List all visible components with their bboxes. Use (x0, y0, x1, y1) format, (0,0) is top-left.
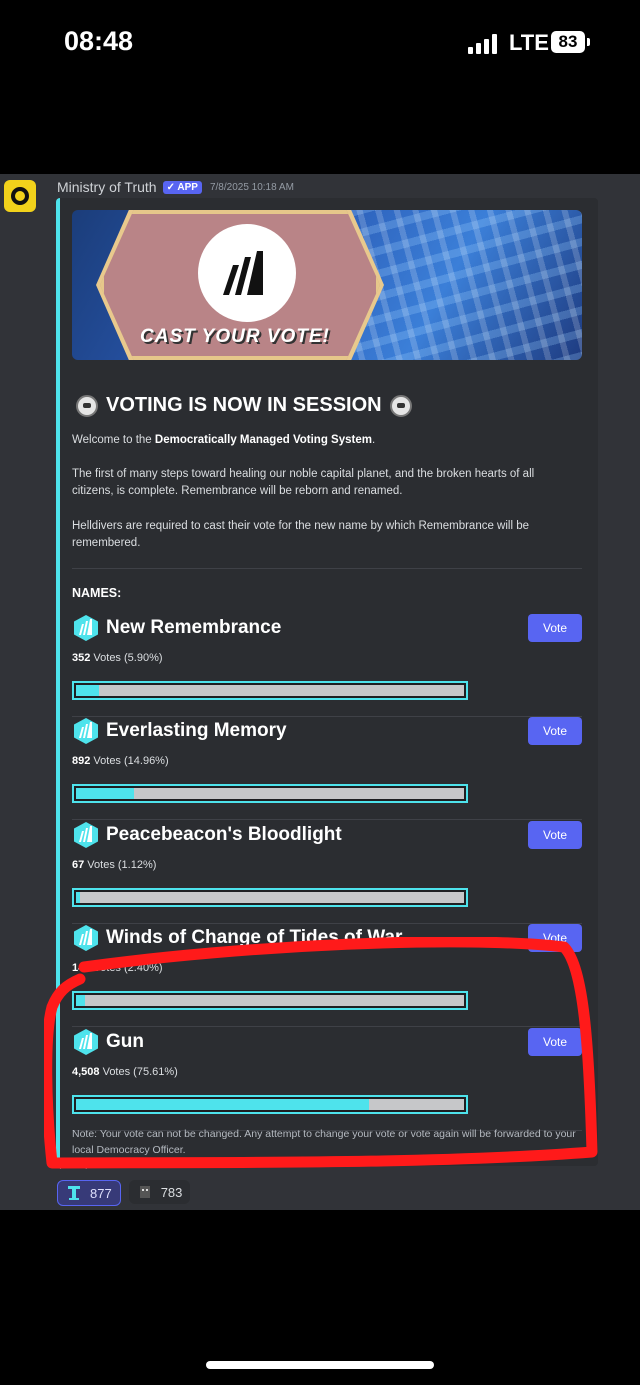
vote-percent: Votes (1.12%) (84, 859, 157, 871)
banner-image[interactable]: CAST YOUR VOTE! (72, 210, 582, 360)
status-bar: 08:48 LTE 83 (0, 0, 640, 90)
skull-icon (389, 394, 412, 417)
reaction-count: 783 (160, 1184, 183, 1200)
vote-button[interactable]: Vote (528, 717, 582, 745)
signal-icon (468, 34, 502, 54)
vote-count: 352 (72, 652, 91, 664)
poll-option: New Remembrance 352 Votes (5.90%) Vote (72, 614, 582, 717)
intro-prefix: Welcome to the (72, 434, 155, 446)
option-title: Peacebeacon's Bloodlight (72, 821, 342, 849)
option-name: New Remembrance (106, 617, 282, 638)
intro-suffix: . (371, 434, 376, 446)
ministry-logo-icon (198, 224, 296, 322)
status-time: 08:48 (64, 26, 134, 56)
option-name: Peacebeacon's Bloodlight (106, 824, 342, 845)
poll-option: Peacebeacon's Bloodlight 67 Votes (1.12%)… (72, 821, 582, 924)
reactions: 877 783 (57, 1180, 191, 1206)
battery-icon: 83 (551, 31, 585, 53)
reaction-emote[interactable]: 783 (128, 1180, 191, 1204)
option-votes: 67 Votes (1.12%) (72, 859, 156, 871)
message-header: Ministry of Truth ✓ APP 7/8/2025 10:18 A… (57, 177, 294, 197)
emote-icon (139, 1186, 150, 1198)
option-votes: 892 Votes (14.96%) (72, 755, 169, 767)
option-title: Everlasting Memory (72, 717, 287, 745)
instruction-paragraph: Helldivers are required to cast their vo… (72, 520, 530, 549)
option-title: New Remembrance (72, 614, 281, 642)
intro-bold: Democratically Managed Voting System (154, 434, 372, 446)
banner-text: CAST YOUR VOTE! (140, 326, 330, 347)
option-votes: 352 Votes (5.90%) (72, 652, 163, 664)
home-indicator[interactable] (206, 1361, 434, 1369)
poll-option: Everlasting Memory 892 Votes (14.96%) Vote (72, 717, 582, 820)
vote-progress-bar (72, 784, 468, 803)
vote-progress-bar (72, 888, 468, 907)
option-name: Everlasting Memory (106, 720, 287, 741)
skull-icon (76, 394, 98, 417)
ministry-logo-icon (74, 822, 98, 848)
vote-progress-fill (76, 685, 99, 696)
helldiver-salute-icon (68, 1186, 80, 1200)
message-timestamp: 7/8/2025 10:18 AM (209, 181, 294, 193)
vote-percent: Votes (14.96%) (90, 755, 169, 767)
vote-count: 67 (72, 859, 85, 871)
vote-button[interactable]: Vote (528, 821, 582, 849)
vote-button[interactable]: Vote (528, 614, 582, 642)
reaction-helldiver[interactable]: 877 (57, 1180, 121, 1206)
intro-paragraph: Welcome to the Democratically Managed Vo… (72, 432, 572, 449)
embed-title: VOTING IS NOW IN SESSION (76, 394, 412, 417)
app-badge: ✓ APP (162, 180, 202, 194)
description-paragraph: The first of many steps toward healing o… (72, 468, 535, 497)
vote-progress-fill (76, 892, 81, 903)
option-divider (72, 819, 582, 820)
battery-tip (587, 38, 590, 46)
vote-count: 892 (72, 755, 91, 767)
reaction-count: 877 (90, 1185, 112, 1201)
red-annotation-outline (44, 937, 598, 1169)
author-name[interactable]: Ministry of Truth (57, 179, 157, 195)
names-label: NAMES: (72, 586, 122, 600)
network-label: LTE (509, 30, 549, 55)
divider (72, 568, 582, 569)
vote-percent: Votes (5.90%) (90, 652, 163, 664)
app-avatar[interactable] (4, 180, 36, 212)
embed-title-text: VOTING IS NOW IN SESSION (106, 394, 382, 416)
ministry-logo-icon (74, 615, 98, 641)
vote-progress-bar (72, 681, 468, 700)
vote-progress-fill (76, 788, 135, 799)
ministry-logo-icon (74, 718, 98, 744)
